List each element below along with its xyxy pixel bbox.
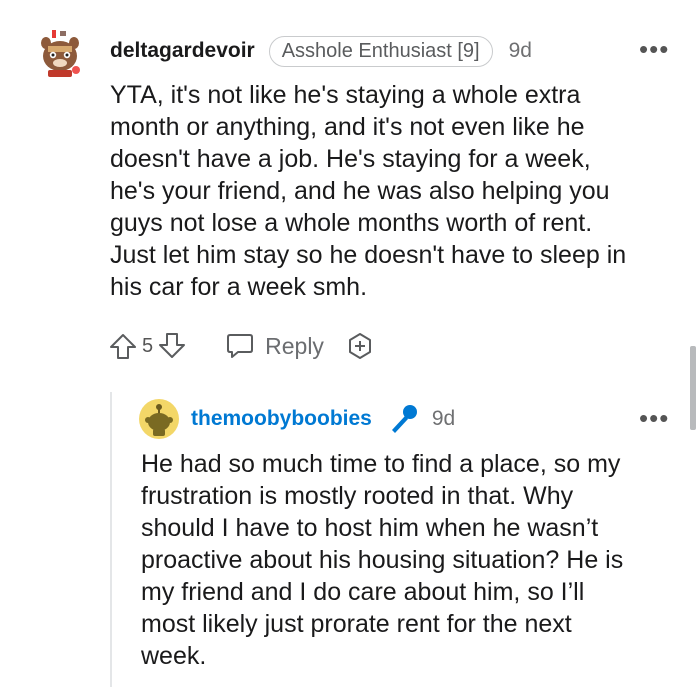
comment-timestamp: 9d — [508, 39, 532, 62]
comment-thread: deltagardevoir Asshole Enthusiast [9] 9d… — [0, 0, 700, 687]
reply-header: themoobyboobies 9d — [191, 402, 455, 436]
comment-line: he's your friend, and he was also helpin… — [110, 177, 610, 205]
comment-line: guys not lose a whole months worth of re… — [110, 209, 593, 237]
scrollbar[interactable] — [690, 346, 696, 430]
comment-username[interactable]: deltagardevoir — [110, 39, 255, 63]
snoo-avatar-icon — [139, 399, 179, 439]
comment-line: Just let him stay so he doesn't have to … — [110, 241, 627, 269]
reply-button[interactable]: Reply — [225, 332, 324, 360]
more-options-icon[interactable]: ••• — [639, 36, 669, 62]
reply-line: He had so much time to find a place, so … — [141, 450, 621, 478]
arrow-down-icon — [159, 333, 186, 358]
reply-line: most likely just prorate rent for the ne… — [141, 610, 572, 638]
comment-line: YTA, it's not like he's staying a whole … — [110, 81, 581, 109]
vote-count: 5 — [142, 334, 154, 357]
speech-bubble-icon — [227, 334, 254, 358]
op-avatar[interactable] — [138, 398, 180, 440]
reply-timestamp: 9d — [431, 407, 456, 430]
reply-line: week. — [141, 642, 207, 670]
comment-body: YTA, it's not like he's staying a whole … — [110, 79, 685, 303]
downvote-button[interactable] — [157, 331, 187, 361]
reply-username[interactable]: themoobyboobies — [191, 407, 372, 431]
microphone-icon — [386, 402, 420, 436]
arrow-up-icon — [110, 334, 136, 359]
comment-header: deltagardevoir Asshole Enthusiast [9] 9d — [110, 34, 532, 68]
award-button[interactable] — [346, 332, 374, 360]
plus-award-icon — [348, 333, 371, 359]
reply-label: Reply — [265, 332, 324, 359]
snoo-avatar-icon — [41, 30, 80, 77]
user-avatar[interactable] — [36, 30, 84, 78]
mic-glyph — [391, 405, 417, 433]
upvote-button[interactable] — [108, 331, 138, 361]
reply-line: frustration is mostly rooted in that. Wh… — [141, 482, 574, 510]
thread-line[interactable] — [110, 392, 112, 687]
comment-actions: 5 Reply — [108, 328, 374, 364]
reply-line: proactive about his housing situation? H… — [141, 546, 624, 574]
reply-body: He had so much time to find a place, so … — [141, 448, 686, 672]
comment-line: doesn't have a job. He's staying for a w… — [110, 145, 591, 173]
user-flair: Asshole Enthusiast [9] — [268, 35, 493, 67]
comment-line: his car for a week smh. — [110, 273, 368, 301]
more-options-icon[interactable]: ••• — [639, 405, 669, 431]
reply-line: my friend and I do care about him, so I’… — [141, 578, 585, 606]
comment-line: month or anything, and it's not even lik… — [110, 113, 585, 141]
reply-line: should I have to host him when he wasn’t — [141, 514, 599, 542]
